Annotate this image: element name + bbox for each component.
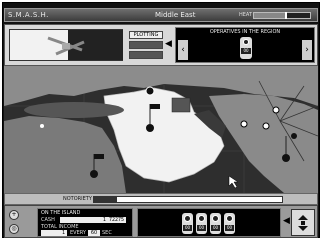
operatives-title: OPERATIVES IN THE REGION [209,29,281,35]
agent-icon [198,215,205,222]
arrow-left-icon[interactable]: ‹ [178,40,188,60]
heat-meter [253,12,311,19]
island-title: ON THE ISLAND [41,210,81,216]
agent-count: 00 [211,225,220,231]
agent-icon [212,215,219,222]
operatives-panel: OPERATIVES IN THE REGION ‹ 00 › [175,27,315,63]
heat-label: HEAT [239,12,253,18]
bottom-panel: + ◎ ON THE ISLAND CASH 1 72275 TOTAL INC… [4,205,318,238]
radar-icon [47,36,85,56]
settings-icon[interactable]: ◎ [9,224,19,234]
map-pin-control[interactable] [291,209,315,236]
every-label: EVERY [70,230,86,236]
heat-meter-fill [254,13,285,18]
zoom-icon[interactable]: + [9,210,19,220]
plotting-mode-button-2[interactable] [129,41,163,49]
agent-count: 00 [183,225,192,231]
agent-card-2[interactable]: 00 [196,213,207,234]
top-control-panel: PLOTTING ◀ OPERATIVES IN THE REGION ‹ 00… [4,24,318,66]
app-title: S.M.A.S.H. [8,11,49,19]
plotting-button[interactable]: PLOTTING [129,31,163,39]
agent-icon [226,215,233,222]
agent-icon [184,215,191,222]
plotting-mode-button-3[interactable] [129,51,163,59]
notoriety-bar: NOTORIETY [4,193,318,205]
agent-roster: 00 00 00 00 [137,208,281,237]
title-bar: S.M.A.S.H. Middle East HEAT [4,8,318,22]
operative-card[interactable]: 00 [240,37,252,59]
notoriety-label: NOTORIETY [63,196,92,202]
income-value: 1 [41,230,67,236]
region-name: Middle East [155,11,196,19]
notoriety-meter [93,196,283,203]
roster-prev-icon[interactable]: ◀ [283,216,290,226]
map-pin-icon [298,215,308,231]
operative-count: 00 [241,48,251,54]
operatives-prev-icon[interactable]: ◀ [165,39,172,49]
sec-label: SEC [102,230,112,236]
heat-meter-marker [284,12,287,19]
agent-card-1[interactable]: 00 [182,213,193,234]
cash-value: 1 72275 [60,217,126,223]
notoriety-meter-fill [94,197,117,202]
island-stats: ON THE ISLAND CASH 1 72275 TOTAL INCOME … [37,208,133,237]
agent-card-4[interactable]: 00 [224,213,235,234]
arrow-right-icon[interactable]: › [302,40,312,60]
agent-count: 00 [225,225,234,231]
map-terrain [4,66,318,193]
cash-label: CASH [41,217,55,223]
agent-icon [243,39,249,45]
region-view-toggle[interactable] [9,29,123,61]
world-map[interactable] [4,66,318,193]
agent-card-3[interactable]: 00 [210,213,221,234]
agent-count: 00 [197,225,206,231]
plotting-buttons: PLOTTING [129,31,163,63]
every-value: 60 [88,230,100,236]
